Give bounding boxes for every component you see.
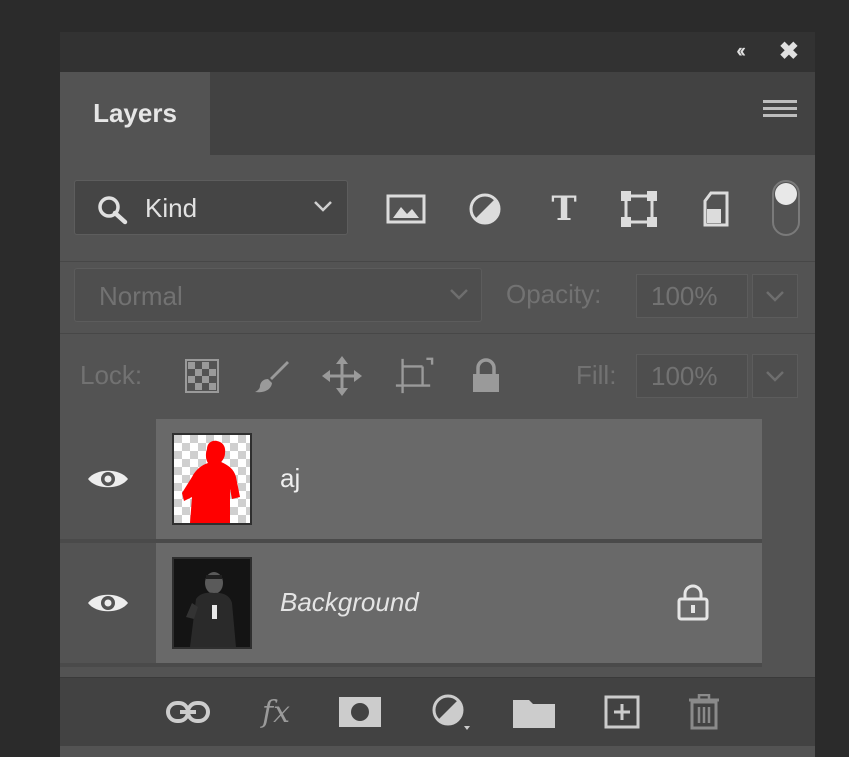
chevron-down-icon	[313, 199, 333, 218]
layer-name: aj	[280, 463, 301, 493]
close-panel-button[interactable]: ✖	[779, 40, 799, 64]
layer-thumbnail-background	[172, 557, 252, 649]
blend-mode-select[interactable]: Normal	[74, 268, 482, 322]
type-filter-icon[interactable]: T	[542, 189, 586, 229]
layers-panel: ‹‹ ✖ Layers Kind T Normal Opacity: 100% …	[60, 32, 815, 757]
layers-list: aj Background	[60, 419, 815, 677]
layer-row-aj[interactable]: aj	[60, 419, 762, 539]
lock-all-icon[interactable]	[466, 356, 506, 396]
filter-kind-label: Kind	[145, 193, 198, 223]
layer-name: Background	[280, 587, 419, 617]
lock-image-pixels-icon[interactable]	[252, 356, 292, 396]
opacity-label: Opacity:	[506, 279, 602, 309]
lock-label: Lock:	[80, 360, 143, 390]
layers-bottom-bar: fx	[60, 677, 815, 746]
fill-dropdown-button[interactable]	[752, 354, 798, 398]
filter-kind-select[interactable]: Kind	[74, 180, 348, 235]
smart-object-filter-icon[interactable]	[694, 189, 738, 229]
filter-toggle-switch[interactable]	[772, 180, 800, 236]
panel-tab-row: Layers	[60, 72, 815, 155]
opacity-dropdown-button[interactable]	[752, 274, 798, 318]
lock-transparent-pixels-icon[interactable]	[182, 356, 222, 396]
fill-label: Fill:	[576, 360, 617, 390]
delete-layer-trash-icon[interactable]	[682, 692, 726, 732]
layer-row-background[interactable]: Background	[60, 543, 762, 663]
layer-lock-icon[interactable]	[676, 583, 710, 626]
layer-style-fx-icon[interactable]: fx	[254, 692, 298, 732]
adjustment-filter-icon[interactable]	[463, 189, 507, 229]
panel-title-bar: ‹‹ ✖	[60, 32, 815, 72]
lock-position-icon[interactable]	[322, 356, 362, 396]
eye-icon	[88, 594, 128, 612]
blend-row: Normal Opacity: 100%	[60, 261, 815, 334]
chevron-down-icon	[449, 287, 469, 306]
link-layers-icon[interactable]	[166, 692, 210, 732]
filter-row: Kind T	[60, 155, 815, 261]
fill-field[interactable]: 100%	[636, 354, 748, 398]
lock-row: Lock: Fill: 100%	[60, 333, 815, 420]
layer-visibility-toggle[interactable]	[60, 419, 156, 539]
collapse-panel-button[interactable]: ‹‹	[736, 41, 746, 63]
new-adjustment-layer-icon[interactable]	[428, 692, 472, 732]
lock-artboard-icon[interactable]	[394, 356, 434, 396]
new-layer-icon[interactable]	[600, 692, 644, 732]
hamburger-menu-icon[interactable]	[763, 100, 797, 124]
image-filter-icon[interactable]	[384, 189, 428, 229]
eye-icon	[88, 470, 128, 488]
tab-layers[interactable]: Layers	[60, 72, 210, 155]
new-group-folder-icon[interactable]	[512, 692, 556, 732]
search-icon	[97, 195, 129, 230]
add-mask-icon[interactable]	[338, 692, 382, 732]
layer-thumbnail-aj	[172, 433, 252, 525]
layer-visibility-toggle[interactable]	[60, 543, 156, 663]
shape-filter-icon[interactable]	[617, 189, 661, 229]
blend-mode-value: Normal	[99, 281, 183, 311]
layer-separator	[60, 663, 762, 667]
layer-body: Background	[156, 543, 762, 663]
layer-body: aj	[156, 419, 762, 539]
opacity-field[interactable]: 100%	[636, 274, 748, 318]
